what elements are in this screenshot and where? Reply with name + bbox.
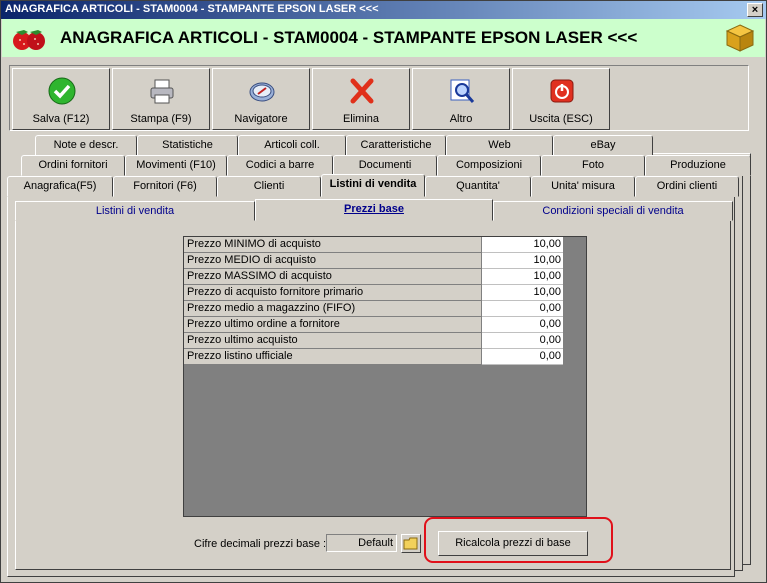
browse-decimals-button[interactable] — [401, 534, 421, 553]
tab-note-descr[interactable]: Note e descr. — [35, 135, 137, 156]
table-row: Prezzo ultimo acquisto 0,00 — [184, 333, 563, 349]
table-row: Prezzo medio a magazzino (FIFO) 0,00 — [184, 301, 563, 317]
price-label: Prezzo ultimo ordine a fornitore — [184, 317, 482, 333]
tab-caratteristiche[interactable]: Caratteristiche — [346, 135, 446, 156]
toolbar: Salva (F12) Stampa (F9) Navigatore Elimi… — [9, 65, 749, 131]
price-label: Prezzo MINIMO di acquisto — [184, 237, 482, 253]
tab-anagrafica[interactable]: Anagrafica(F5) — [7, 176, 113, 197]
price-label: Prezzo listino ufficiale — [184, 349, 482, 365]
magnifier-icon — [450, 79, 475, 103]
price-label: Prezzo ultimo acquisto — [184, 333, 482, 349]
decimals-label: Cifre decimali prezzi base : — [194, 538, 327, 550]
price-label: Prezzo MASSIMO di acquisto — [184, 269, 482, 285]
price-value[interactable]: 10,00 — [482, 269, 563, 285]
compass-icon — [249, 82, 275, 102]
tab-listini-di-vendita[interactable]: Listini di vendita — [321, 174, 425, 197]
print-button[interactable]: Stampa (F9) — [112, 68, 210, 130]
price-label: Prezzo MEDIO di acquisto — [184, 253, 482, 269]
price-value[interactable]: 0,00 — [482, 301, 563, 317]
price-label: Prezzo di acquisto fornitore primario — [184, 285, 482, 301]
price-value[interactable]: 0,00 — [482, 317, 563, 333]
exit-button[interactable]: Uscita (ESC) — [512, 68, 610, 130]
tab-foto[interactable]: Foto — [541, 155, 645, 176]
tab-documenti[interactable]: Documenti — [333, 155, 437, 176]
tab-fornitori[interactable]: Fornitori (F6) — [113, 176, 217, 197]
tab-composizioni[interactable]: Composizioni — [437, 155, 541, 176]
tab-codici-a-barre[interactable]: Codici a barre — [227, 155, 333, 176]
subtab-condizioni-speciali[interactable]: Condizioni speciali di vendita — [493, 201, 733, 221]
strawberry-logo-icon — [13, 30, 45, 50]
save-button[interactable]: Salva (F12) — [12, 68, 110, 130]
subtab-listini-di-vendita[interactable]: Listini di vendita — [15, 201, 255, 221]
table-row: Prezzo MINIMO di acquisto 10,00 — [184, 237, 563, 253]
tab-ordini-fornitori[interactable]: Ordini fornitori — [21, 155, 125, 176]
tab-articoli-coll[interactable]: Articoli coll. — [238, 135, 346, 156]
more-button[interactable]: Altro — [412, 68, 510, 130]
tab-clienti[interactable]: Clienti — [217, 176, 321, 197]
prices-grid: Prezzo MINIMO di acquisto 10,00 Prezzo M… — [183, 236, 587, 517]
tab-ebay[interactable]: eBay — [553, 135, 653, 156]
table-row: Prezzo MEDIO di acquisto 10,00 — [184, 253, 563, 269]
tab-quantita[interactable]: Quantita' — [425, 176, 531, 197]
price-value[interactable]: 10,00 — [482, 253, 563, 269]
table-row: Prezzo di acquisto fornitore primario 10… — [184, 285, 563, 301]
delete-x-icon — [350, 78, 374, 104]
tab-unita-misura[interactable]: Unita' misura — [531, 176, 635, 197]
delete-button[interactable]: Elimina — [312, 68, 410, 130]
tab-statistiche[interactable]: Statistiche — [137, 135, 238, 156]
table-row: Prezzo ultimo ordine a fornitore 0,00 — [184, 317, 563, 333]
close-button[interactable]: × — [747, 3, 763, 17]
tab-web[interactable]: Web — [446, 135, 553, 156]
price-value[interactable]: 10,00 — [482, 285, 563, 301]
recalc-prices-button[interactable]: Ricalcola prezzi di base — [438, 531, 588, 556]
tab-produzione[interactable]: Produzione — [645, 155, 751, 176]
price-label: Prezzo medio a magazzino (FIFO) — [184, 301, 482, 317]
main-window: ANAGRAFICA ARTICOLI - STAM0004 - STAMPAN… — [0, 0, 767, 583]
folder-icon — [403, 537, 418, 550]
table-row: Prezzo MASSIMO di acquisto 10,00 — [184, 269, 563, 285]
tab-ordini-clienti[interactable]: Ordini clienti — [635, 176, 739, 197]
package-box-icon — [725, 24, 755, 52]
price-value[interactable]: 10,00 — [482, 237, 563, 253]
subtab-prezzi-base[interactable]: Prezzi base — [255, 199, 493, 221]
page-title: ANAGRAFICA ARTICOLI - STAM0004 - STAMPAN… — [60, 28, 638, 47]
window-title: ANAGRAFICA ARTICOLI - STAM0004 - STAMPAN… — [5, 3, 379, 15]
price-value[interactable]: 0,00 — [482, 349, 563, 365]
price-value[interactable]: 0,00 — [482, 333, 563, 349]
decimals-field[interactable]: Default — [326, 534, 397, 552]
checkmark-icon — [48, 77, 76, 105]
power-icon — [550, 79, 574, 103]
title-bar: ANAGRAFICA ARTICOLI - STAM0004 - STAMPAN… — [1, 1, 766, 19]
navigator-button[interactable]: Navigatore — [212, 68, 310, 130]
table-row: Prezzo listino ufficiale 0,00 — [184, 349, 563, 365]
printer-icon — [150, 79, 174, 104]
tab-movimenti[interactable]: Movimenti (F10) — [125, 155, 227, 176]
header-banner: ANAGRAFICA ARTICOLI - STAM0004 - STAMPAN… — [2, 19, 765, 57]
